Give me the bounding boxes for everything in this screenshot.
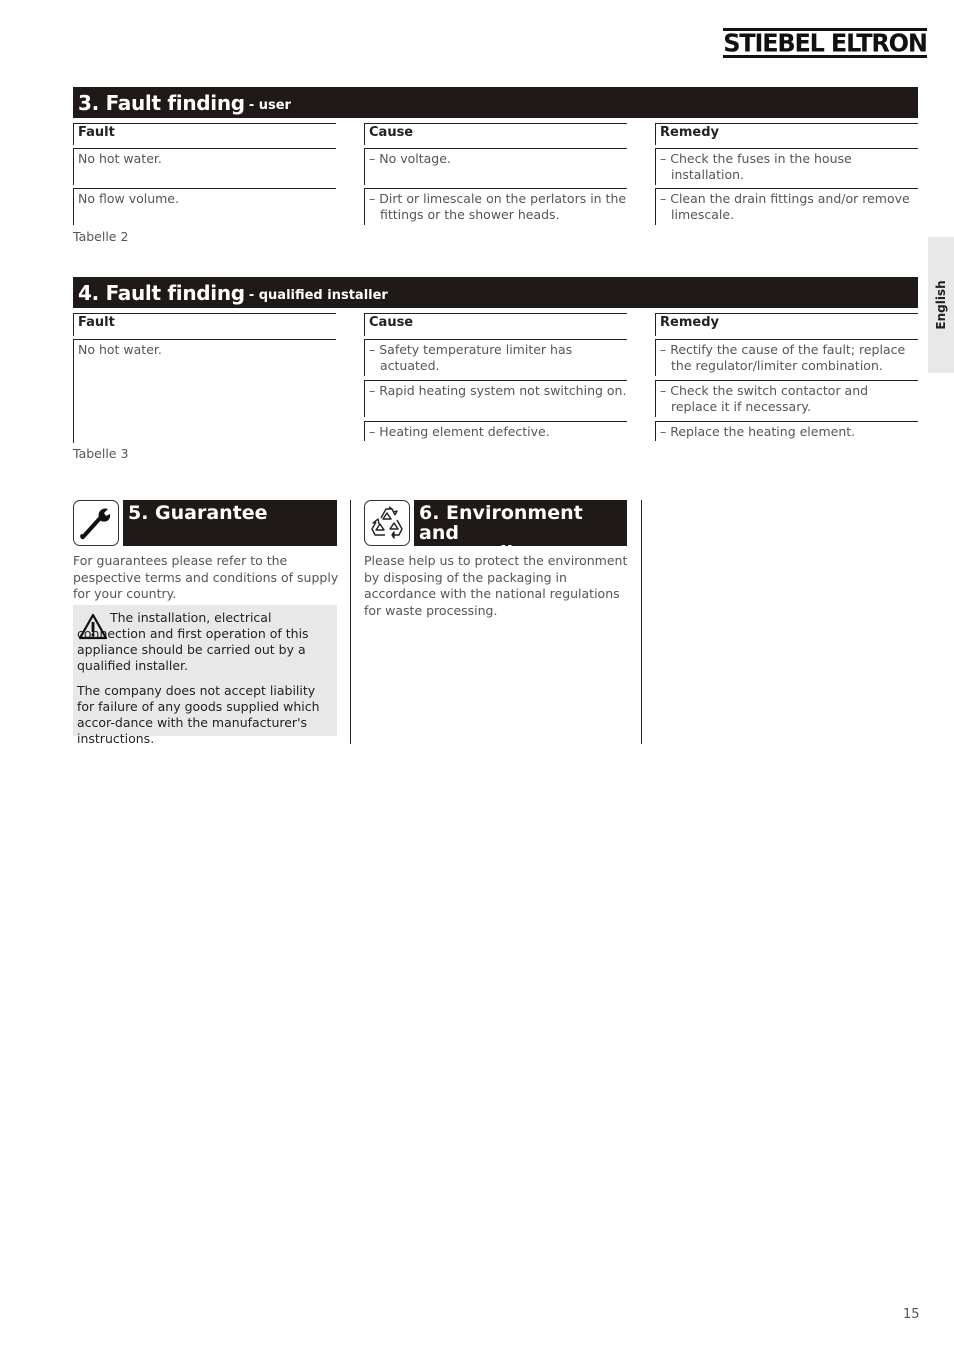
section-6-title-line1: 6. Environment and	[419, 502, 583, 544]
brand-logo-text: STIEBEL ELTRON	[723, 28, 928, 58]
s4-row3-remedy: – Replace the heating element.	[655, 421, 918, 441]
section-3-subtitle: - user	[248, 98, 291, 113]
brand-logo: STIEBEL ELTRON	[723, 28, 928, 58]
wrench-icon	[73, 500, 119, 546]
column-divider-2	[641, 500, 642, 744]
s3-header-remedy: Remedy	[655, 123, 918, 145]
section-6-body: Please help us to protect the environmen…	[364, 553, 628, 618]
section-5-title: 5. Guarantee	[123, 500, 337, 546]
page-number: 15	[903, 1307, 920, 1322]
s4-row1-remedy: – Rectify the cause of the fault; replac…	[655, 339, 918, 376]
s4-row2-remedy: – Check the switch contactor and replace…	[655, 380, 918, 417]
s3-row1-remedy: – Check the fuses in the house installat…	[655, 148, 918, 185]
s4-header-remedy: Remedy	[655, 313, 918, 336]
section-6-title: 6. Environment and recycling	[414, 500, 627, 563]
warning-triangle-icon	[78, 613, 108, 640]
section-3-header: 3. Fault finding - user	[73, 87, 918, 118]
s4-header-cause: Cause	[364, 313, 627, 336]
s4-fault: No hot water.	[73, 339, 336, 443]
s3-row2-cause: – Dirt or limescale on the perlators in …	[364, 188, 627, 225]
recycling-icon	[364, 500, 410, 546]
column-divider-1	[350, 500, 351, 744]
language-tab: English	[928, 237, 954, 373]
warning-note-text-2: The company does not accept liability fo…	[77, 683, 320, 746]
s3-row2-remedy: – Clean the drain fittings and/or remove…	[655, 188, 918, 225]
section-3-title: 3. Fault finding	[78, 91, 245, 115]
section-4-title: 4. Fault finding	[78, 281, 245, 305]
s3-header-fault: Fault	[73, 123, 336, 145]
s3-row1-cause: – No voltage.	[364, 148, 627, 185]
section-4-header: 4. Fault finding - qualified installer	[73, 277, 918, 308]
s4-caption: Tabelle 3	[73, 446, 129, 461]
warning-note-text-1: The installation, electrical connection …	[77, 610, 309, 673]
s4-row3-cause: – Heating element defective.	[364, 421, 627, 441]
s3-header-cause: Cause	[364, 123, 627, 145]
s3-caption: Tabelle 2	[73, 229, 129, 244]
s3-row2-fault: No flow volume.	[73, 188, 336, 225]
section-4-subtitle: - qualified installer	[248, 288, 388, 303]
s3-row1-fault: No hot water.	[73, 148, 336, 185]
warning-note: The installation, electrical connection …	[73, 605, 337, 746]
section-5-body: For guarantees please refer to the pespe…	[73, 553, 339, 601]
s4-row2-cause: – Rapid heating system not switching on.	[364, 380, 627, 417]
s4-header-fault: Fault	[73, 313, 336, 336]
s4-row1-cause: – Safety temperature limiter has actuate…	[364, 339, 627, 376]
language-tab-label: English	[934, 280, 948, 330]
